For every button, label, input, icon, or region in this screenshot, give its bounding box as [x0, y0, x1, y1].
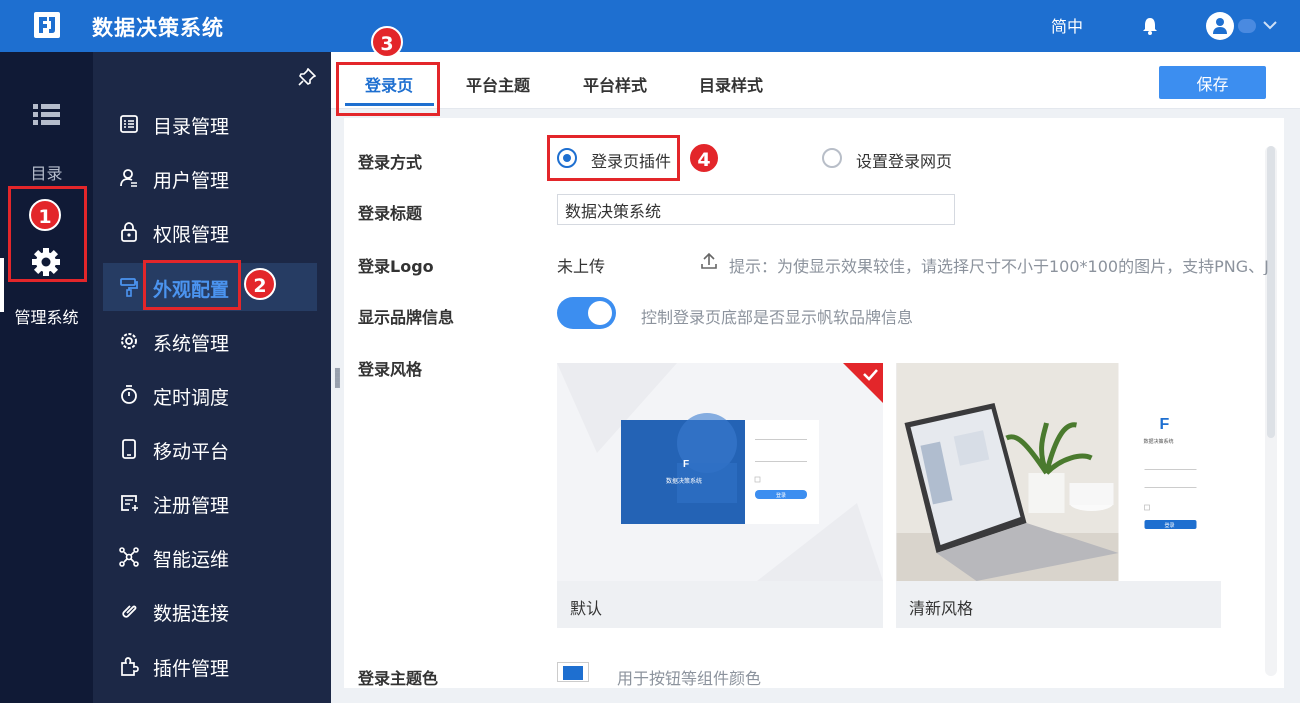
app-title: 数据决策系统 — [92, 16, 224, 40]
catalog-icon — [120, 115, 138, 133]
step-badge-2: 2 — [244, 268, 276, 300]
theme-color-label: 登录主题色 — [358, 669, 439, 688]
svg-text:F: F — [683, 459, 689, 470]
svg-text:登录: 登录 — [776, 492, 786, 499]
gear-icon — [121, 333, 137, 349]
highlight-box-tab — [336, 62, 440, 116]
sidebar-item-plugins[interactable]: 插件管理 — [93, 642, 331, 690]
list-icon[interactable] — [33, 104, 60, 126]
logo-status: 未上传 — [557, 257, 606, 276]
theme-color-swatch[interactable] — [557, 662, 589, 682]
step-badge-3: 3 — [371, 26, 403, 58]
sidebar-item-catalog[interactable]: 目录管理 — [93, 100, 331, 148]
selected-check-icon — [843, 363, 883, 403]
radio-custom-login-page-label[interactable]: 设置登录网页 — [856, 148, 952, 172]
save-button[interactable]: 保存 — [1159, 66, 1266, 99]
lock-icon — [121, 222, 137, 242]
theme-color-hint: 用于按钮等组件颜色 — [617, 669, 762, 688]
rail-catalog-label[interactable]: 目录 — [0, 160, 93, 184]
highlight-box-appearance — [143, 260, 241, 310]
logo-hint-clip: 提示：为使显示效果较佳，请选择尺寸不小于100*100的图片，支持PNG、JPG — [729, 253, 1268, 275]
svg-text:F: F — [1160, 416, 1170, 433]
default-style-preview: F 数据决策系统 登录 — [557, 363, 883, 581]
login-style-label: 登录风格 — [358, 360, 423, 379]
svg-text:登录: 登录 — [1165, 522, 1175, 529]
scrollbar-thumb[interactable] — [1267, 146, 1275, 438]
logo-hint: 提示：为使显示效果较佳，请选择尺寸不小于100*100的图片，支持PNG、JPG — [729, 257, 1268, 275]
tab-bar: 登录页 平台主题 平台样式 目录样式 — [331, 52, 1300, 109]
user-icon — [1213, 18, 1227, 34]
sidebar-item-users[interactable]: 用户管理 — [93, 154, 331, 202]
top-bar: 数据决策系统 简中 — [0, 0, 1300, 52]
username-redacted[interactable] — [1238, 19, 1256, 33]
sidebar-item-data-connection[interactable]: 数据连接 — [93, 587, 331, 635]
chevron-down-icon[interactable] — [1262, 18, 1278, 32]
login-method-label: 登录方式 — [358, 153, 423, 172]
step-badge-4: 4 — [688, 142, 720, 174]
sidebar-item-schedule[interactable]: 定时调度 — [93, 371, 331, 419]
svg-text:数据决策系统: 数据决策系统 — [666, 477, 702, 485]
user-icon — [120, 169, 137, 187]
style-card-default[interactable]: F 数据决策系统 登录 默认 — [557, 363, 883, 628]
tab-catalog-style[interactable]: 目录样式 — [699, 72, 763, 96]
brand-hint: 控制登录页底部是否显示帆软品牌信息 — [641, 308, 914, 327]
app-logo — [34, 12, 60, 38]
style-card-default-name: 默认 — [570, 599, 603, 618]
brand-toggle[interactable] — [557, 297, 616, 329]
link-icon — [122, 605, 137, 618]
register-icon — [121, 495, 138, 511]
brand-label: 显示品牌信息 — [358, 308, 455, 327]
pin-icon[interactable] — [298, 68, 316, 86]
tab-platform-theme[interactable]: 平台主题 — [466, 72, 530, 96]
theme-color-row-clip: 登录主题色 用于按钮等组件颜色 — [344, 655, 1284, 688]
style-card-fresh-name: 清新风格 — [909, 599, 974, 618]
svg-text:数据决策系统: 数据决策系统 — [1144, 438, 1174, 445]
sidebar-item-permissions[interactable]: 权限管理 — [93, 208, 331, 256]
upload-icon[interactable] — [700, 252, 718, 270]
ops-icon — [119, 547, 139, 567]
language-switch[interactable]: 简中 — [1051, 13, 1083, 37]
icon-rail: 目录 管理系统 — [0, 52, 93, 703]
sidebar-item-ops[interactable]: 智能运维 — [93, 533, 331, 581]
sidebar-item-mobile[interactable]: 移动平台 — [93, 425, 331, 473]
login-title-input[interactable] — [557, 194, 955, 225]
style-card-fresh[interactable]: F 数据决策系统 登录 清新风格 — [896, 363, 1222, 628]
radio-custom-login-page[interactable] — [822, 148, 842, 168]
avatar[interactable] — [1206, 12, 1234, 40]
timer-icon — [121, 385, 137, 404]
rail-system-label[interactable]: 管理系统 — [0, 304, 93, 328]
drag-handle[interactable]: ▪ ▪ ▪ ▪ — [334, 366, 341, 391]
step-badge-1: 1 — [29, 199, 61, 231]
mobile-icon — [122, 439, 136, 459]
login-logo-label: 登录Logo — [358, 257, 434, 276]
paint-roller-icon — [120, 278, 138, 297]
fresh-style-preview: F 数据决策系统 登录 — [896, 363, 1222, 581]
sidebar-item-register[interactable]: 注册管理 — [93, 479, 331, 527]
tab-platform-style[interactable]: 平台样式 — [583, 72, 647, 96]
sidebar-menu: 目录管理 用户管理 权限管理 外观配置 系统管理 定时调度 移动平台 注册管理 … — [93, 52, 331, 703]
plugin-icon — [121, 657, 139, 676]
bell-icon[interactable] — [1141, 16, 1159, 36]
login-title-label: 登录标题 — [358, 204, 423, 223]
highlight-box-radio — [547, 135, 680, 181]
sidebar-item-system[interactable]: 系统管理 — [93, 317, 331, 365]
